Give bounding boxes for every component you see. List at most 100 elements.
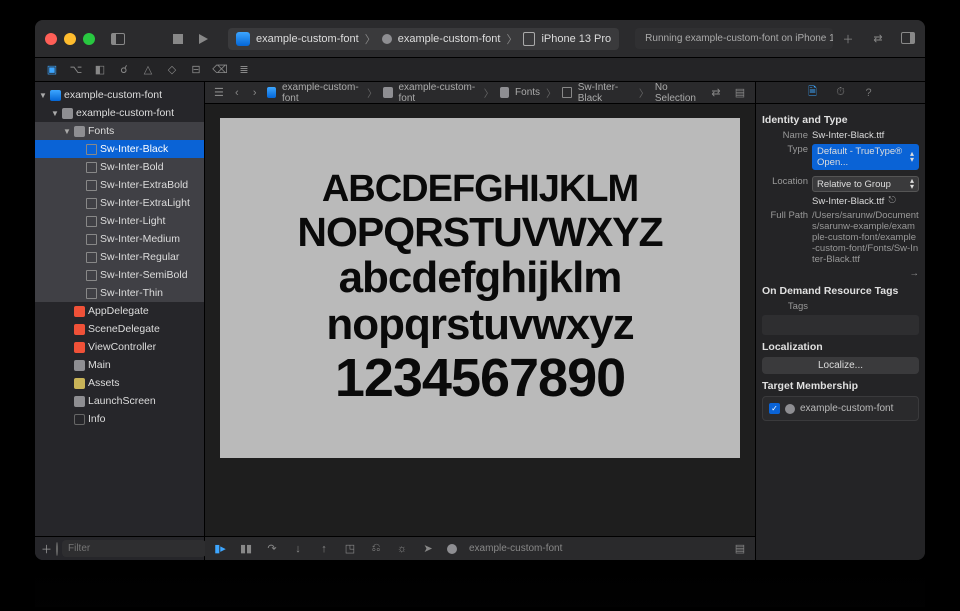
breakpoint-navigator-tab[interactable]: ⌫: [213, 63, 227, 77]
name-value[interactable]: Sw-Inter-Black.ttf: [812, 130, 919, 141]
chevron-updown-icon: ▴▾: [910, 178, 914, 190]
xcode-window: example-custom-font 〉 example-custom-fon…: [35, 20, 925, 560]
environment-overrides-button[interactable]: ☼: [395, 542, 409, 556]
preview-uppercase-2: NOPQRSTUVWXYZ: [297, 210, 662, 254]
choose-location-button[interactable]: ⎋: [888, 195, 900, 207]
report-navigator-tab[interactable]: ≣: [237, 63, 251, 77]
symbol-navigator-tab[interactable]: ◧: [93, 63, 107, 77]
sidebar-toggle[interactable]: [111, 33, 125, 45]
device-icon: [523, 32, 535, 46]
editor-area: ☰ ‹ › example-custom-font〉 example-custo…: [205, 82, 755, 560]
file-inspector-tab[interactable]: 🗎: [806, 86, 820, 100]
preview-digits: 1234567890: [335, 349, 625, 407]
related-items-button[interactable]: ☰: [213, 86, 225, 100]
jump-bar[interactable]: ☰ ‹ › example-custom-font〉 example-custo…: [205, 82, 755, 104]
project-navigator-tab[interactable]: ▣: [45, 63, 59, 77]
plist-file[interactable]: Info: [35, 410, 204, 428]
identity-section-title: Identity and Type: [762, 114, 919, 126]
target-membership-box: ✓ example-custom-font: [762, 396, 919, 421]
source-file[interactable]: ViewController: [35, 338, 204, 356]
simulate-location-button[interactable]: ➤: [421, 542, 435, 556]
target-name: example-custom-font: [800, 403, 893, 414]
fonts-folder[interactable]: ▼ Fonts: [35, 122, 204, 140]
type-selector[interactable]: Default - TrueType® Open... ▴▾: [812, 144, 919, 170]
status-text: Running example-custom-font on iPhone 13…: [645, 33, 833, 44]
location-selector[interactable]: Relative to Group ▴▾: [812, 176, 919, 192]
help-inspector-tab[interactable]: ?: [862, 86, 876, 100]
font-file[interactable]: Sw-Inter-Thin: [35, 284, 204, 302]
tags-input[interactable]: [762, 315, 919, 335]
source-file[interactable]: AppDelegate: [35, 302, 204, 320]
font-file-sw-inter-black[interactable]: Sw-Inter-Black: [35, 140, 204, 158]
source-control-navigator-tab[interactable]: ⌥: [69, 63, 83, 77]
app-icon: [236, 32, 250, 46]
issue-navigator-tab[interactable]: △: [141, 63, 155, 77]
run-controls: [173, 34, 208, 44]
code-review-button[interactable]: ⇄: [871, 32, 885, 46]
run-button[interactable]: [199, 34, 208, 44]
window-reflection: [35, 562, 925, 607]
storyboard-file[interactable]: LaunchScreen: [35, 392, 204, 410]
view-debugger-button[interactable]: ◳: [343, 542, 357, 556]
activity-status: Running example-custom-font on iPhone 13…: [635, 28, 833, 49]
tags-label: Tags: [762, 301, 808, 312]
preview-lowercase-1: abcdefghijklm: [339, 254, 622, 302]
minimize-window-button[interactable]: [64, 33, 76, 45]
debug-navigator-tab[interactable]: ⊟: [189, 63, 203, 77]
continue-button[interactable]: ▮▸: [213, 542, 227, 556]
editor-options-button[interactable]: ⇄: [709, 86, 723, 100]
library-button[interactable]: ＋: [841, 32, 855, 46]
folder-icon: [500, 87, 509, 98]
step-over-button[interactable]: ↷: [265, 542, 279, 556]
font-file[interactable]: Sw-Inter-ExtraLight: [35, 194, 204, 212]
forward-button[interactable]: ›: [249, 86, 261, 100]
history-inspector-tab[interactable]: ⏱: [834, 86, 848, 100]
localize-button[interactable]: Localize...: [762, 357, 919, 374]
file-icon: [562, 87, 572, 98]
debug-bar: ▮▸ ▮▮ ↷ ↓ ↑ ◳ ⎌ ☼ ➤ example-custom-font …: [205, 536, 755, 560]
recent-filter-button[interactable]: [56, 542, 58, 556]
font-file[interactable]: Sw-Inter-Medium: [35, 230, 204, 248]
sidebar-visibility-icon: [111, 33, 125, 45]
font-file[interactable]: Sw-Inter-Bold: [35, 158, 204, 176]
process-icon: [447, 544, 457, 554]
traffic-lights: [45, 33, 95, 45]
assets-catalog[interactable]: Assets: [35, 374, 204, 392]
font-file[interactable]: Sw-Inter-Light: [35, 212, 204, 230]
titlebar: example-custom-font 〉 example-custom-fon…: [35, 20, 925, 58]
show-debug-area-button[interactable]: ▤: [733, 542, 747, 556]
inspector-tabs: 🗎 ⏱ ?: [756, 82, 925, 104]
storyboard-file[interactable]: Main: [35, 356, 204, 374]
font-file[interactable]: Sw-Inter-ExtraBold: [35, 176, 204, 194]
filter-input[interactable]: [62, 540, 206, 557]
file-tree[interactable]: ▼ example-custom-font ▼ example-custom-f…: [35, 82, 204, 536]
step-into-button[interactable]: ↓: [291, 542, 305, 556]
debug-process-name[interactable]: example-custom-font: [469, 543, 562, 554]
zoom-window-button[interactable]: [83, 33, 95, 45]
chevron-updown-icon: ▴▾: [910, 151, 914, 163]
font-file[interactable]: Sw-Inter-SemiBold: [35, 266, 204, 284]
source-file[interactable]: SceneDelegate: [35, 320, 204, 338]
assistant-editor-button[interactable]: ▤: [733, 86, 747, 100]
find-navigator-tab[interactable]: ☌: [117, 63, 131, 77]
project-navigator: ▼ example-custom-font ▼ example-custom-f…: [35, 82, 205, 560]
pause-button[interactable]: ▮▮: [239, 542, 253, 556]
fullpath-value: /Users/sarunw/Documents/sarunw-example/e…: [812, 210, 919, 265]
back-button[interactable]: ‹: [231, 86, 243, 100]
step-out-button[interactable]: ↑: [317, 542, 331, 556]
scheme-selector[interactable]: example-custom-font 〉 example-custom-fon…: [228, 28, 619, 50]
inspector-toggle[interactable]: [901, 32, 915, 44]
preview-uppercase-1: ABCDEFGHIJKLM: [322, 169, 638, 210]
close-window-button[interactable]: [45, 33, 57, 45]
group-folder[interactable]: ▼ example-custom-font: [35, 104, 204, 122]
add-file-button[interactable]: ＋: [41, 541, 52, 557]
navigator-footer: ＋: [35, 536, 204, 560]
target-checkbox[interactable]: ✓: [769, 403, 780, 414]
font-file[interactable]: Sw-Inter-Regular: [35, 248, 204, 266]
memory-graph-button[interactable]: ⎌: [369, 542, 383, 556]
localization-section-title: Localization: [762, 341, 919, 353]
project-root[interactable]: ▼ example-custom-font: [35, 86, 204, 104]
reveal-in-finder-button[interactable]: →: [910, 268, 920, 279]
test-navigator-tab[interactable]: ◇: [165, 63, 179, 77]
stop-button[interactable]: [173, 34, 183, 44]
